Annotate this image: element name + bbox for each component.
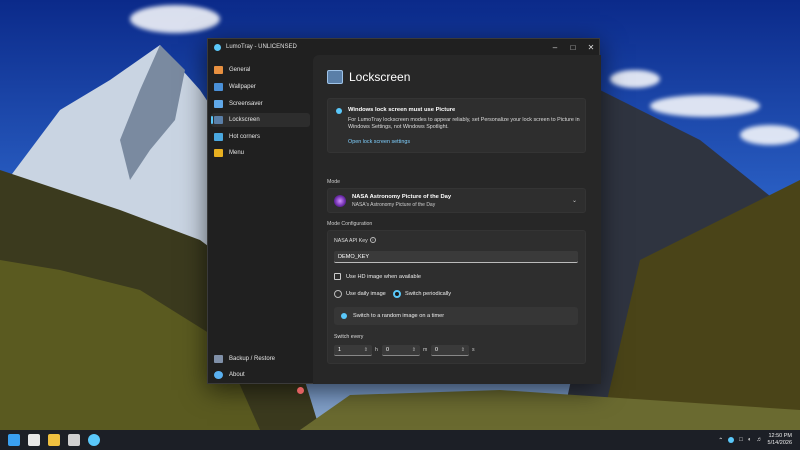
minimize-button[interactable]: – (546, 39, 564, 55)
nasa-icon (334, 195, 346, 207)
clock-time: 12:50 PM (768, 433, 792, 439)
notification-badge (297, 387, 304, 394)
checkbox-box (334, 273, 341, 280)
sidebar-item-menu[interactable]: Menu (211, 146, 310, 160)
sidebar-item-backup-restore[interactable]: Backup / Restore (211, 352, 310, 366)
mode-configuration-card: NASA API Key i DEMO_KEY Use HD image whe… (327, 230, 586, 364)
hours-stepper[interactable]: 1 ⇕ (334, 345, 372, 356)
active-indicator (211, 116, 213, 124)
spinner-icon[interactable]: ⇕ (461, 345, 465, 356)
open-lock-screen-settings-link[interactable]: Open lock screen settings (348, 139, 410, 145)
lockscreen-icon (327, 70, 343, 84)
api-key-label: NASA API Key (334, 238, 368, 244)
seconds-unit: s (472, 347, 475, 353)
sidebar-item-lockscreen[interactable]: Lockscreen (211, 113, 310, 127)
content-pane: Lockscreen Windows lock screen must use … (313, 55, 601, 384)
seconds-stepper[interactable]: 0 ⇕ (431, 345, 469, 356)
info-icon (336, 108, 342, 114)
app-window: LumoTray - UNLICENSED – □ ✕ General Wall… (207, 38, 601, 394)
radio-daily-image[interactable]: Use daily image (334, 290, 386, 298)
app-icon (214, 43, 221, 51)
wallpaper-icon (214, 83, 223, 91)
file-explorer-icon[interactable] (48, 434, 60, 446)
radio-circle-selected (393, 290, 401, 298)
switch-every-label: Switch every (334, 334, 364, 340)
menu-icon (214, 149, 223, 157)
random-timer-option[interactable]: Switch to a random image on a timer (334, 307, 578, 325)
spinner-icon[interactable]: ⇕ (364, 345, 368, 356)
page-header: Lockscreen (327, 70, 410, 84)
clock[interactable]: 12:50 PM 5/14/2026 (768, 433, 792, 447)
taskbar: ⌃ □ ◐ ♬ 12:50 PM 5/14/2026 (0, 430, 800, 450)
radio-circle (334, 290, 342, 298)
chevron-up-icon[interactable]: ⌃ (718, 437, 723, 444)
volume-icon[interactable]: ♬ (757, 437, 763, 443)
hd-image-checkbox[interactable]: Use HD image when available (334, 273, 421, 280)
sidebar-item-wallpaper[interactable]: Wallpaper (211, 80, 310, 94)
windows-start-icon[interactable] (8, 434, 20, 446)
info-icon (214, 371, 223, 379)
mode-dropdown[interactable]: NASA Astronomy Picture of the Day NASA's… (327, 188, 586, 213)
mode-configuration-label: Mode Configuration (327, 221, 373, 227)
window-title: LumoTray - UNLICENSED (226, 44, 297, 50)
page-title: Lockscreen (349, 70, 411, 84)
clock-date: 5/14/2026 (767, 440, 792, 446)
title-bar[interactable]: LumoTray - UNLICENSED (208, 39, 599, 55)
monitor-icon (214, 100, 223, 108)
lumotray-taskbar-icon[interactable] (88, 434, 100, 446)
mode-title: NASA Astronomy Picture of the Day (352, 194, 452, 200)
info-description: For LumoTray lockscreen modes to appear … (348, 117, 580, 130)
lumotray-tray-icon[interactable] (728, 437, 735, 443)
sidebar-item-screensaver[interactable]: Screensaver (211, 97, 310, 111)
sidebar-item-hot-corners[interactable]: Hot corners (211, 130, 310, 144)
lockscreen-icon (214, 116, 223, 124)
minutes-unit: m (423, 347, 428, 353)
sidebar-item-about[interactable]: About (211, 368, 310, 382)
close-button[interactable]: ✕ (582, 39, 600, 55)
help-icon[interactable]: i (370, 237, 376, 243)
radio-switch-periodically[interactable]: Switch periodically (393, 290, 451, 298)
hot-corners-icon (214, 133, 223, 141)
bullet-icon (341, 313, 347, 319)
maximize-button[interactable]: □ (564, 39, 582, 55)
home-icon (214, 66, 223, 74)
wifi-icon[interactable]: ◐ (748, 437, 752, 443)
info-banner: Windows lock screen must use Picture For… (327, 98, 586, 153)
hours-unit: h (375, 347, 378, 353)
network-icon[interactable]: □ (739, 437, 743, 443)
sidebar-item-general[interactable]: General (211, 63, 310, 77)
sidebar: General Wallpaper Screensaver Lockscreen… (208, 55, 313, 394)
store-icon[interactable] (68, 434, 80, 446)
backup-icon (214, 355, 223, 363)
info-title: Windows lock screen must use Picture (348, 107, 456, 113)
spinner-icon[interactable]: ⇕ (412, 345, 416, 356)
mode-label: Mode (327, 179, 340, 185)
mode-subtitle: NASA's Astronomy Picture of the Day (352, 202, 436, 208)
api-key-input[interactable]: DEMO_KEY (334, 251, 578, 263)
system-tray: ⌃ □ ◐ ♬ 12:50 PM 5/14/2026 (718, 430, 792, 450)
chevron-down-icon: ⌄ (571, 198, 577, 204)
task-view-icon[interactable] (28, 434, 40, 446)
minutes-stepper[interactable]: 0 ⇕ (382, 345, 420, 356)
